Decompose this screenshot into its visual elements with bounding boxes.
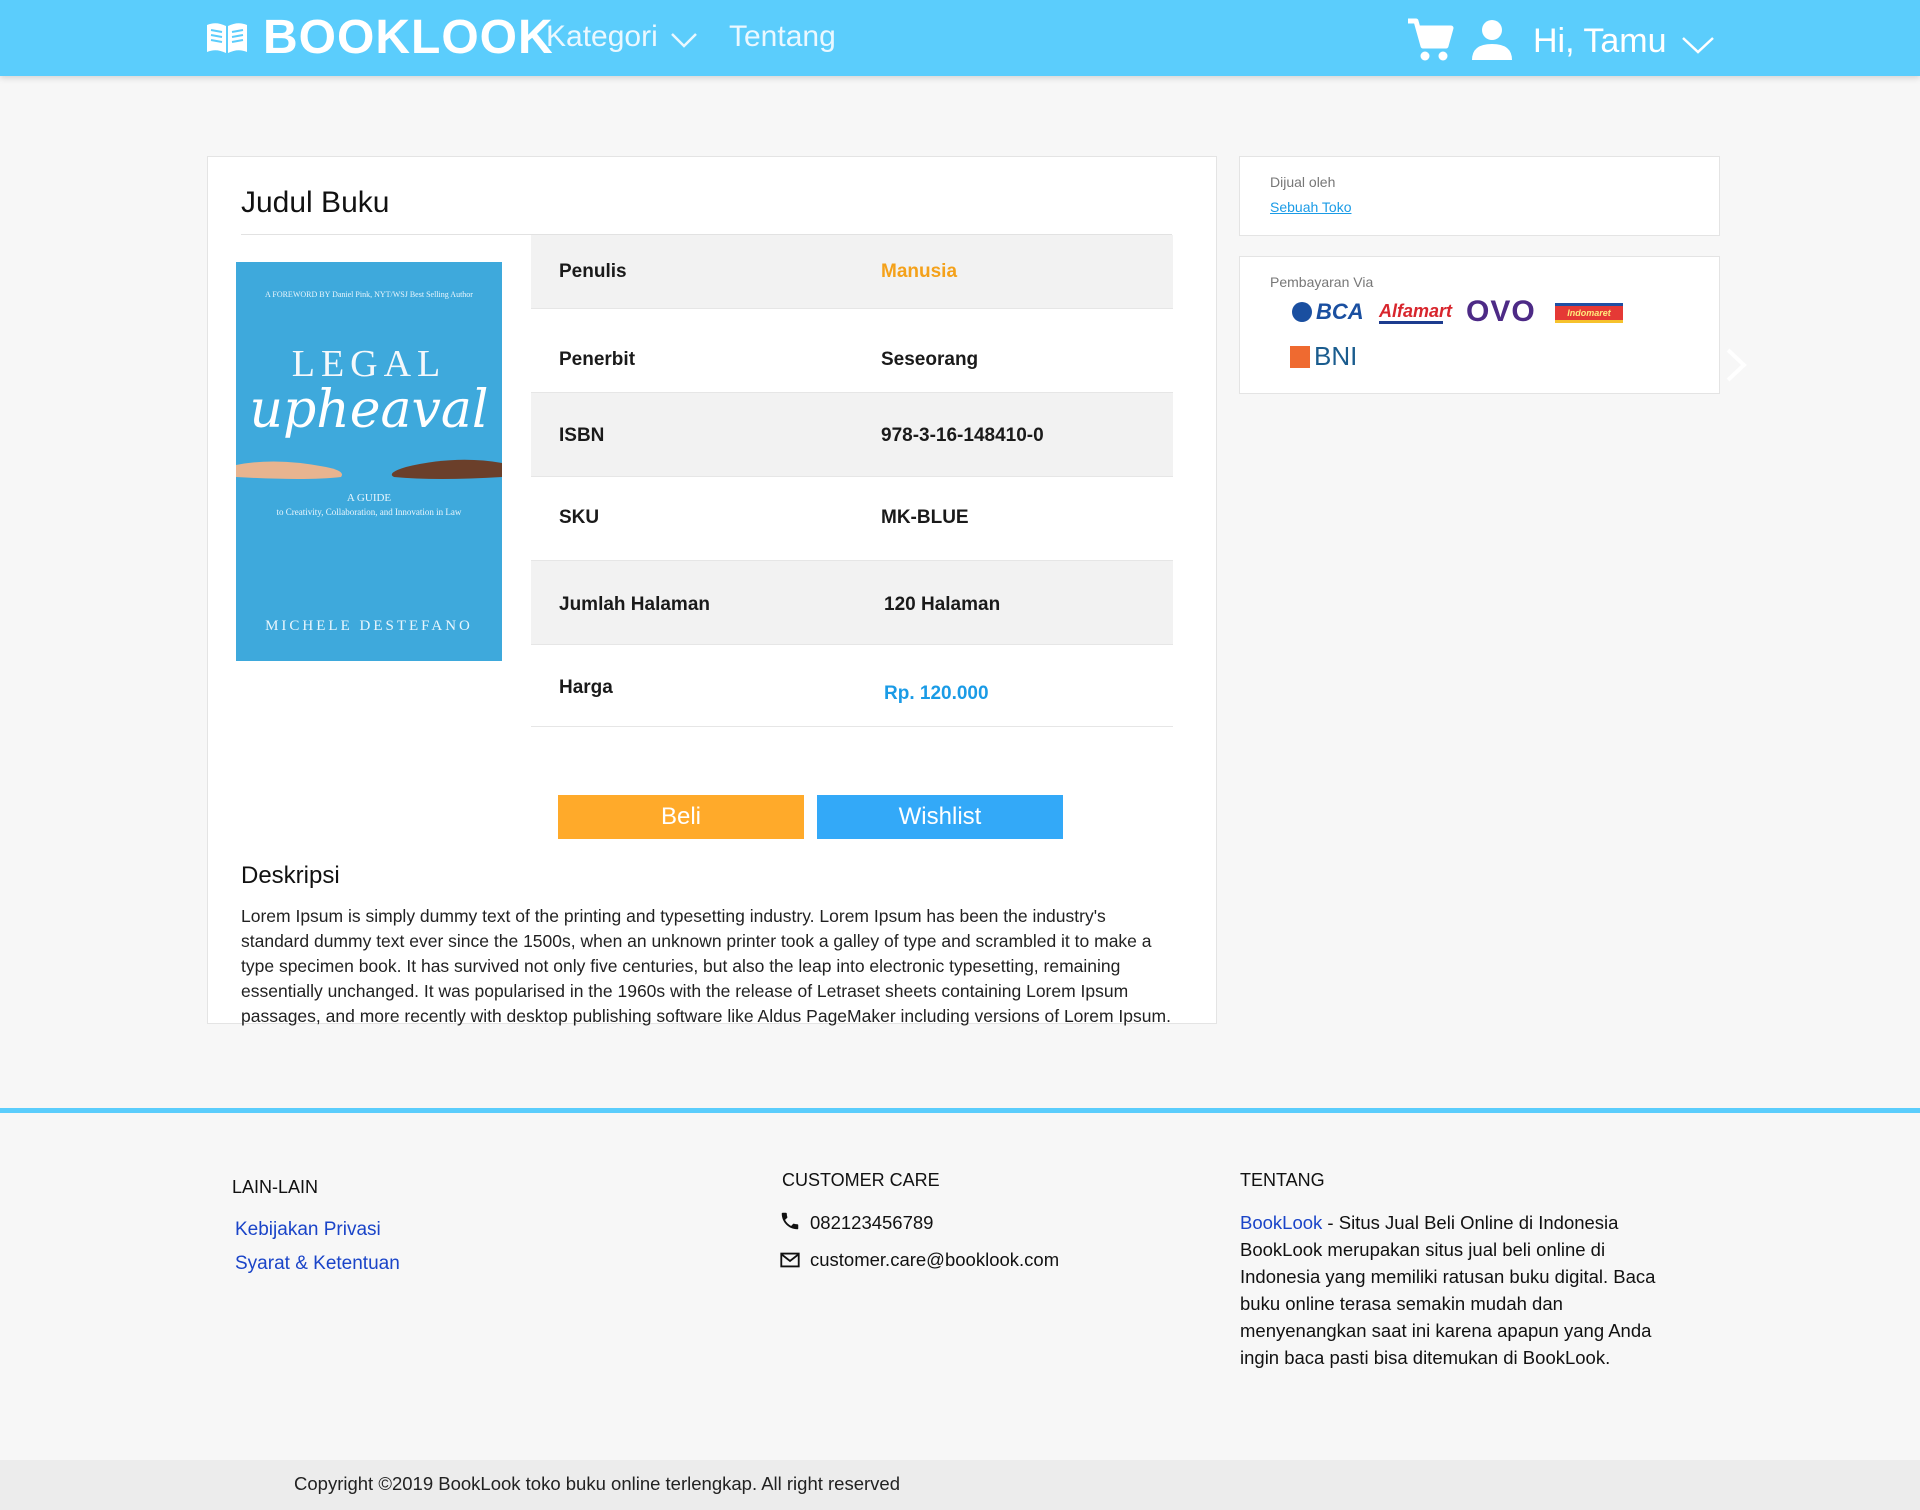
detail-row-penerbit: Penerbit Seseorang bbox=[531, 309, 1173, 393]
description-title: Deskripsi bbox=[241, 862, 340, 889]
ovo-logo: OVO bbox=[1466, 295, 1536, 328]
payment-card: Pembayaran Via BCA Alfamart OVO Indomare… bbox=[1239, 256, 1720, 394]
user-greeting: Hi, Tamu bbox=[1533, 22, 1667, 60]
detail-key: Harga bbox=[559, 677, 613, 698]
price-value: Rp. 120.000 bbox=[884, 683, 989, 704]
nav-tentang-link[interactable]: Tentang bbox=[729, 20, 836, 54]
book-icon bbox=[207, 23, 247, 53]
detail-row-sku: SKU MK-BLUE bbox=[531, 477, 1173, 561]
bni-text: BNI bbox=[1314, 341, 1358, 371]
brand-name: BOOKLOOK bbox=[263, 11, 554, 64]
detail-row-isbn: ISBN 978-3-16-148410-0 bbox=[531, 393, 1173, 477]
cover-title-line2: upheaval bbox=[249, 380, 489, 440]
seller-label: Dijual oleh bbox=[1270, 174, 1336, 190]
seller-link[interactable]: Sebuah Toko bbox=[1270, 199, 1351, 215]
privacy-policy-link[interactable]: Kebijakan Privasi bbox=[235, 1219, 381, 1241]
nav-kategori-label: Kategori bbox=[546, 20, 658, 53]
footer-lain-title: LAIN-LAIN bbox=[232, 1177, 319, 1197]
detail-value-author[interactable]: Manusia bbox=[881, 261, 957, 283]
bca-logo: BCA bbox=[1292, 299, 1364, 325]
detail-key: Penerbit bbox=[559, 349, 636, 370]
detail-row-halaman: Jumlah Halaman 120 Halaman bbox=[531, 561, 1173, 645]
detail-key: Jumlah Halaman bbox=[559, 594, 710, 615]
detail-value: Seseorang bbox=[881, 349, 979, 370]
chevron-down-icon bbox=[670, 33, 697, 48]
description-text: Lorem Ipsum is simply dummy text of the … bbox=[241, 906, 1171, 1026]
cart-icon[interactable] bbox=[1406, 16, 1454, 64]
book-cover-image: A FOREWORD BY Daniel Pink, NYT/WSJ Best … bbox=[236, 262, 502, 661]
detail-key: ISBN bbox=[559, 425, 605, 446]
about-text: BookLook - Situs Jual Beli Online di Ind… bbox=[1240, 1209, 1660, 1371]
detail-value: 978-3-16-148410-0 bbox=[881, 425, 1044, 446]
cover-foreword: A FOREWORD BY Daniel Pink, NYT/WSJ Best … bbox=[265, 290, 473, 299]
phone-number[interactable]: 082123456789 bbox=[810, 1212, 933, 1234]
cover-author: MICHELE DESTEFANO bbox=[265, 618, 473, 634]
top-navbar: BOOKLOOK Kategori Tentang Hi, Tamu bbox=[0, 0, 1920, 76]
payment-label: Pembayaran Via bbox=[1270, 274, 1374, 290]
copyright-bar bbox=[0, 1460, 1920, 1510]
about-brand-link[interactable]: BookLook bbox=[1240, 1212, 1322, 1233]
cover-subtitle: A GUIDE bbox=[346, 492, 392, 504]
detail-key: SKU bbox=[559, 507, 600, 528]
book-title: Judul Buku bbox=[241, 186, 390, 219]
chevron-right-icon[interactable] bbox=[1724, 348, 1748, 382]
brand-logo[interactable]: BOOKLOOK bbox=[205, 12, 554, 64]
bca-mark-icon bbox=[1292, 302, 1312, 322]
phone-icon bbox=[781, 1212, 799, 1230]
bni-logo: BNI bbox=[1290, 341, 1357, 372]
copyright-text: Copyright ©2019 BookLook toko buku onlin… bbox=[294, 1473, 901, 1494]
alfamart-underline bbox=[1379, 321, 1443, 324]
user-menu-dropdown[interactable]: Hi, Tamu bbox=[1533, 22, 1715, 61]
indomaret-logo: Indomaret bbox=[1555, 303, 1623, 323]
cover-subtitle-2: to Creativity, Collaboration, and Innova… bbox=[276, 507, 462, 517]
email-address[interactable]: customer.care@booklook.com bbox=[810, 1249, 1059, 1271]
book-details-table: Penulis Manusia Penerbit Seseorang ISBN … bbox=[531, 235, 1173, 727]
wishlist-button[interactable]: Wishlist bbox=[817, 795, 1063, 839]
detail-row-penulis: Penulis Manusia bbox=[531, 235, 1173, 309]
buy-button[interactable]: Beli bbox=[558, 795, 804, 839]
nav-kategori-dropdown[interactable]: Kategori bbox=[546, 20, 698, 54]
about-description: - Situs Jual Beli Online di Indonesia Bo… bbox=[1240, 1212, 1656, 1368]
footer-care-title: CUSTOMER CARE bbox=[782, 1170, 940, 1190]
detail-row-harga: Harga Rp. 120.000 bbox=[531, 645, 1173, 727]
user-icon[interactable] bbox=[1470, 18, 1514, 62]
email-icon bbox=[780, 1252, 800, 1268]
detail-key: Penulis bbox=[559, 261, 627, 282]
terms-link[interactable]: Syarat & Ketentuan bbox=[235, 1253, 400, 1275]
bni-mark-icon bbox=[1290, 345, 1310, 368]
chevron-down-icon bbox=[1681, 36, 1714, 54]
detail-value: 120 Halaman bbox=[884, 594, 1001, 615]
footer-tentang-title: TENTANG bbox=[1240, 1170, 1325, 1190]
seller-card: Dijual oleh Sebuah Toko bbox=[1239, 156, 1720, 236]
alfamart-logo: Alfamart bbox=[1379, 301, 1453, 321]
hands-illustration bbox=[236, 459, 502, 479]
bca-text: BCA bbox=[1316, 299, 1364, 324]
detail-value: MK-BLUE bbox=[881, 507, 969, 528]
